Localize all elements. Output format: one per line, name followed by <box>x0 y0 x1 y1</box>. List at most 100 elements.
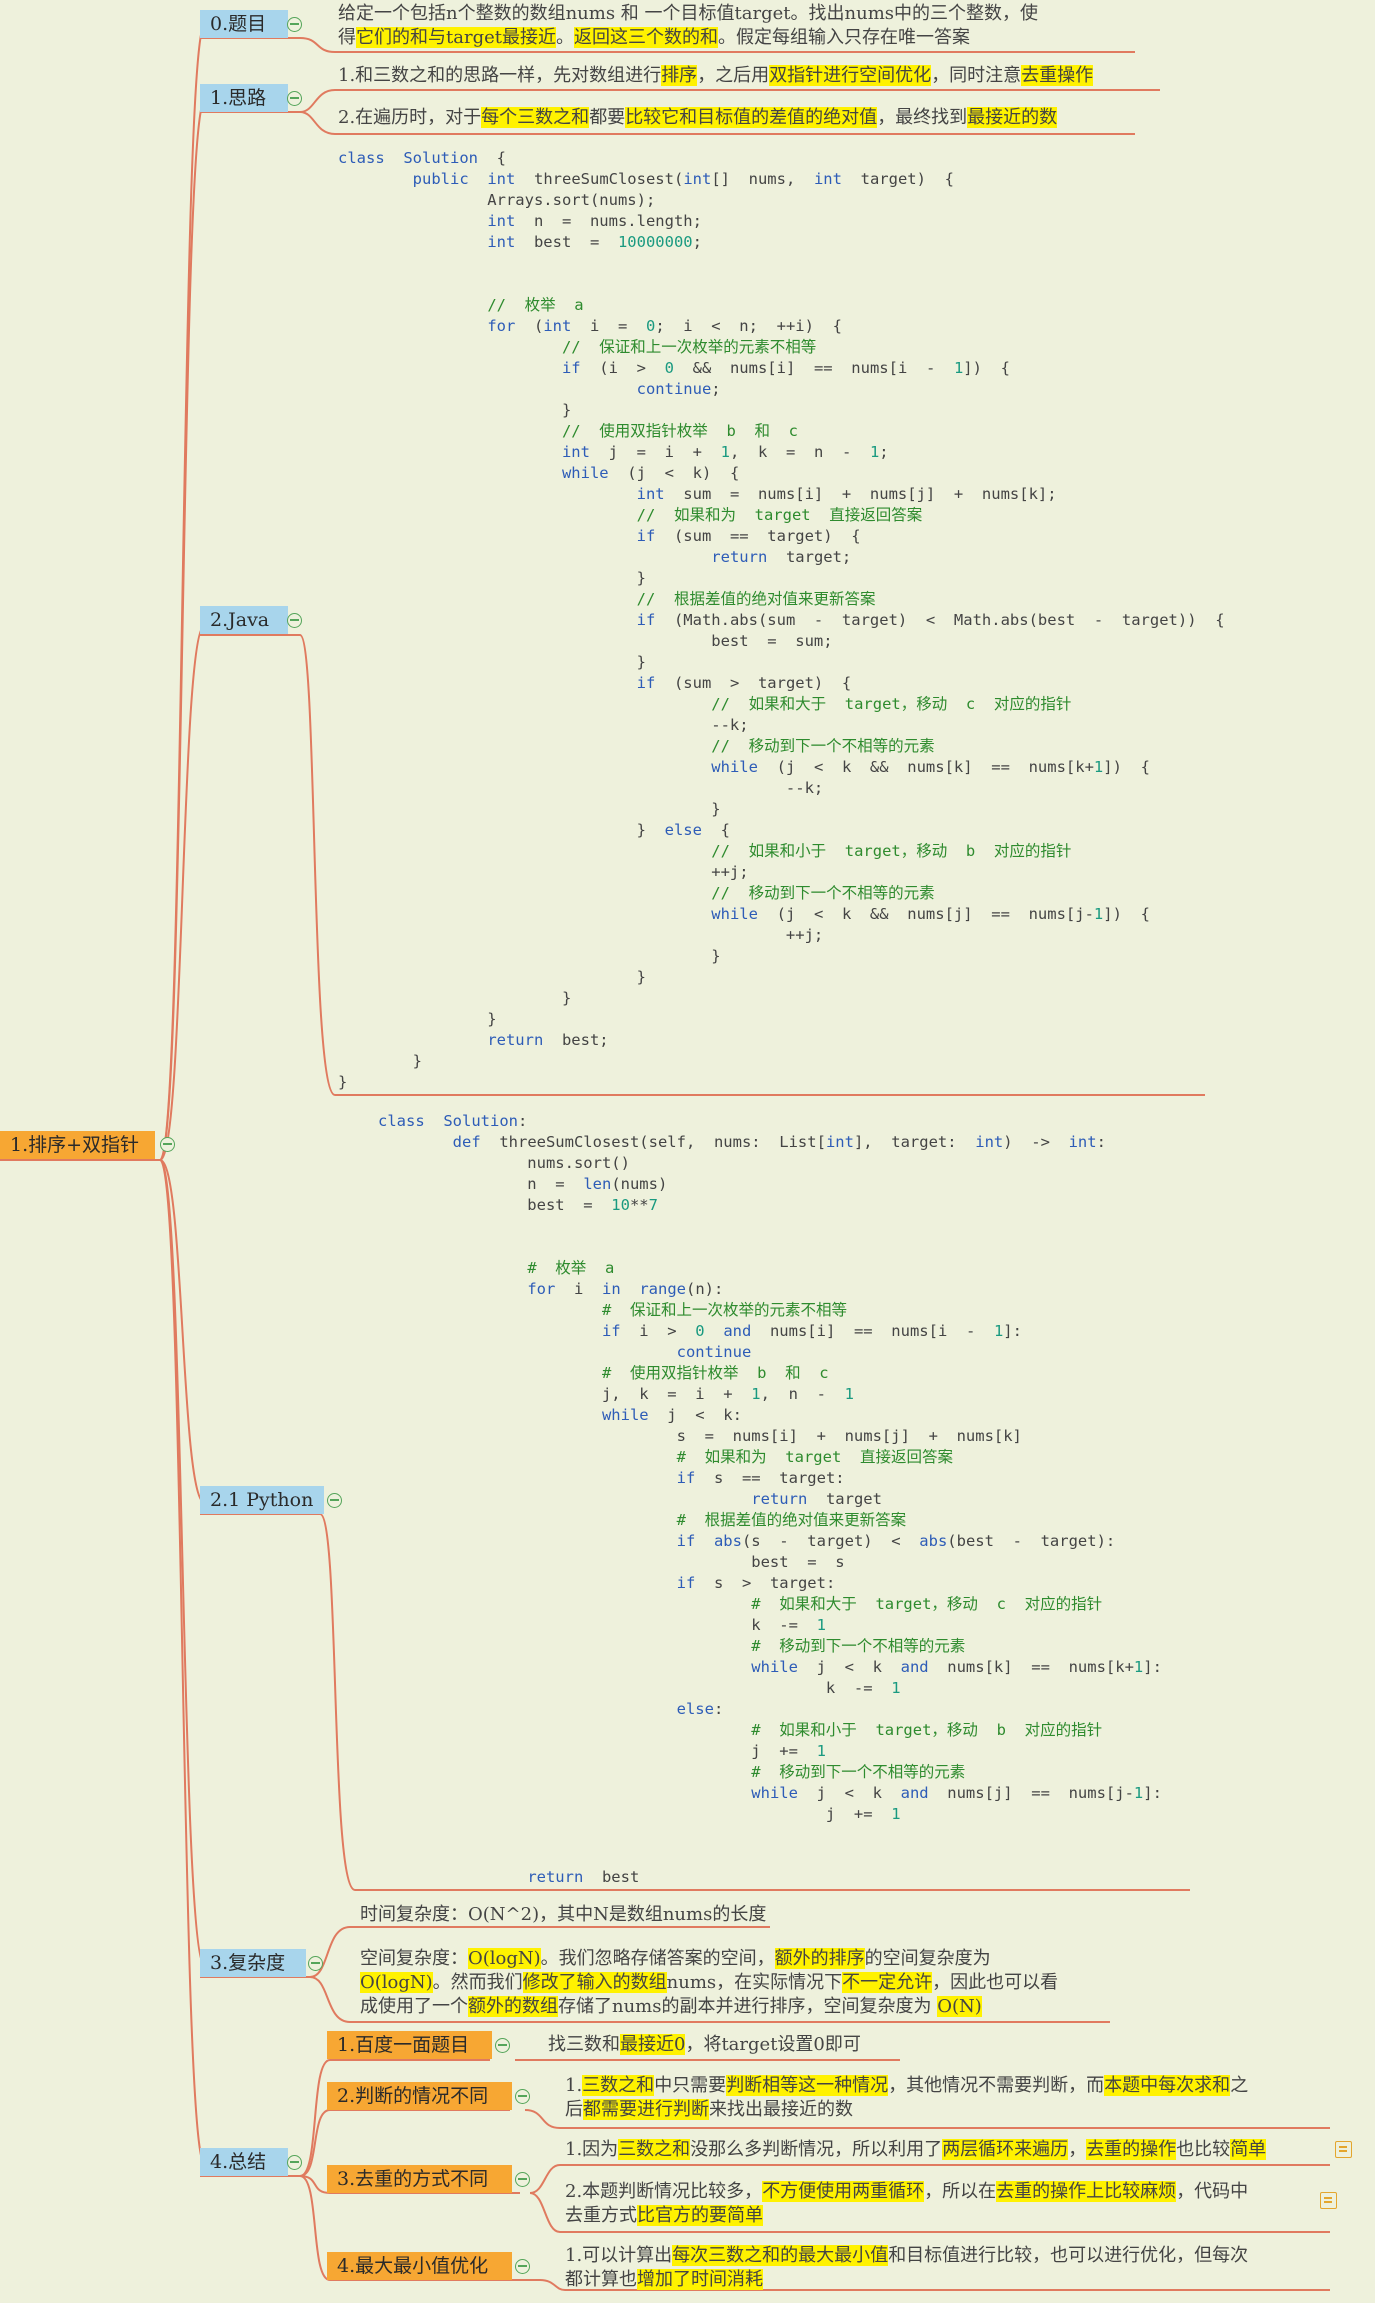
sum-seg: 来找出最接近的数 <box>709 2099 853 2120</box>
summary-dedupe-text-2: 2.本题判断情况比较多，不方便使用两重循环，所以在去重的操作上比较麻烦，代码中 … <box>565 2180 1248 2228</box>
java-code-line: } <box>338 1010 497 1028</box>
sum-hl: 都需要进行判断 <box>583 2099 709 2120</box>
python-code-line: continue <box>676 1343 752 1361</box>
topic-problem[interactable]: 0.题目 <box>200 10 288 38</box>
java-code-line: } <box>338 401 572 419</box>
summary-dedupe-line-3: 去重方式比官方的要简单 <box>565 2204 1248 2228</box>
summary-minmax-line-2: 都计算也增加了时间消耗 <box>565 2268 1248 2292</box>
sum-seg: 找三数和 <box>548 2034 620 2055</box>
python-code-line: n = len(nums) <box>378 1175 668 1193</box>
collapse-toggle-java[interactable] <box>287 613 302 628</box>
java-code-line: // 枚举 a <box>487 296 584 314</box>
python-code-line: k -= 1 <box>378 1679 901 1697</box>
collapse-toggle-python[interactable] <box>327 1493 342 1508</box>
python-code-line: j += 1 <box>378 1805 901 1823</box>
idea-seg: ，最终找到 <box>877 107 968 128</box>
sum-seg: 没那么多判断情况，所以利用了 <box>690 2139 943 2160</box>
topic-java[interactable]: 2.Java <box>200 606 288 634</box>
java-code-line: // 使用双指针枚举 b 和 c <box>561 422 798 440</box>
java-code-line <box>338 253 1225 274</box>
note-icon[interactable] <box>1335 2141 1352 2158</box>
java-code-line: } <box>338 653 646 671</box>
java-code-line: if (i > 0 && nums[i] == nums[i - 1]) { <box>561 359 1010 377</box>
python-code-line: while j < k: <box>601 1406 742 1424</box>
python-code-line: k -= 1 <box>378 1616 826 1634</box>
python-code-line <box>378 1216 1162 1237</box>
topic-idea[interactable]: 1.思路 <box>200 84 288 112</box>
topic-python[interactable]: 2.1 Python <box>200 1486 324 1514</box>
idea-line-1: 1.和三数之和的思路一样，先对数组进行排序，之后用双指针进行空间优化，同时注意去… <box>338 64 1094 88</box>
java-code-line: } <box>338 800 721 818</box>
summary-baidu[interactable]: 1.百度一面题目 <box>327 2031 492 2059</box>
collapse-toggle-root[interactable] <box>160 1137 175 1152</box>
problem-highlight-return: 返回这三个数的和 <box>573 27 718 48</box>
java-code-line: // 如果和为 target 直接返回答案 <box>636 506 923 524</box>
cx-hl: 额外的排序 <box>774 1948 865 1969</box>
collapse-toggle-dedupe[interactable] <box>515 2172 530 2187</box>
collapse-toggle-baidu[interactable] <box>495 2038 510 2053</box>
summary-minmax-line-1: 1.可以计算出每次三数之和的最大最小值和目标值进行比较，也可以进行优化，但每次 <box>565 2244 1248 2268</box>
idea-seg: 都要 <box>589 107 626 128</box>
java-code-line: // 如果和大于 target，移动 c 对应的指针 <box>711 695 1072 713</box>
summary-dedupe[interactable]: 3.去重的方式不同 <box>327 2165 512 2193</box>
python-code-line: while j < k and nums[k] == nums[k+1]: <box>751 1658 1162 1676</box>
java-code-line: // 根据差值的绝对值来更新答案 <box>636 590 876 608</box>
topic-complexity-label: 3.复杂度 <box>210 1952 286 1974</box>
python-code-line: # 移动到下一个不相等的元素 <box>751 1637 966 1655</box>
collapse-toggle-summary[interactable] <box>287 2155 302 2170</box>
java-code-line: int best = 10000000; <box>487 233 702 251</box>
summary-judge[interactable]: 2.判断的情况不同 <box>327 2082 512 2110</box>
java-code-line: ++j; <box>338 926 824 944</box>
python-code-line: # 根据差值的绝对值来更新答案 <box>676 1511 907 1529</box>
collapse-toggle-complexity[interactable] <box>308 1956 323 1971</box>
summary-baidu-label: 1.百度一面题目 <box>337 2034 470 2056</box>
root-node[interactable]: 1.排序+双指针 <box>0 1131 155 1159</box>
cx-seg: 。然而我们 <box>432 1972 523 1993</box>
complexity-time: 时间复杂度：O(N^2)，其中N是数组nums的长度 <box>360 1903 766 1927</box>
cx-hl: 不一定允许 <box>842 1972 933 1993</box>
sum-seg: ， <box>1068 2139 1087 2160</box>
topic-python-label: 2.1 Python <box>210 1489 314 1511</box>
python-code-line: def threeSumClosest(self, nums: List[int… <box>452 1133 1106 1151</box>
java-code-block: class Solution { public int threeSumClos… <box>338 148 1225 1093</box>
collapse-toggle-problem[interactable] <box>287 17 302 32</box>
sum-seg: ，所以在 <box>924 2181 997 2202</box>
complexity-space-line-1: 空间复杂度：O(logN)。我们忽略存储答案的空间，额外的排序的空间复杂度为 <box>360 1947 1058 1971</box>
python-code-line <box>378 1825 1162 1846</box>
cx-seg: nums，在实际情况下 <box>666 1972 843 1993</box>
summary-minmax[interactable]: 4.最大最小值优化 <box>327 2252 512 2280</box>
sum-seg: 1.因为 <box>565 2139 619 2160</box>
cx-hl: 修改了输入的数组 <box>522 1972 667 1993</box>
python-code-line: return best <box>527 1868 640 1886</box>
sum-seg: 也比较 <box>1176 2139 1231 2160</box>
note-icon[interactable] <box>1320 2192 1337 2209</box>
collapse-toggle-judge[interactable] <box>515 2089 530 2104</box>
python-code-line: # 使用双指针枚举 b 和 c <box>601 1364 829 1382</box>
java-code-line: return best; <box>487 1031 609 1049</box>
sum-hl: 本题中每次求和 <box>1104 2075 1231 2096</box>
java-code-line: ++j; <box>338 863 749 881</box>
cx-seg: 。我们忽略存储答案的空间， <box>540 1948 775 1969</box>
summary-baidu-text: 找三数和最接近0，将target设置0即可 <box>548 2033 861 2057</box>
topic-summary[interactable]: 4.总结 <box>200 2148 288 2176</box>
summary-dedupe-label: 3.去重的方式不同 <box>337 2168 489 2190</box>
java-code-line: } <box>338 569 646 587</box>
topic-complexity[interactable]: 3.复杂度 <box>200 1949 306 1977</box>
summary-judge-text: 1.三数之和中只需要判断相等这一种情况，其他情况不需要判断，而本题中每次求和之 … <box>565 2074 1248 2122</box>
python-code-line: return target <box>751 1490 882 1508</box>
sum-hl: 每次三数之和的最大最小值 <box>672 2245 889 2266</box>
java-code-line: public int threeSumClosest(int[] nums, i… <box>412 170 954 188</box>
sum-seg: 1.可以计算出 <box>565 2245 673 2266</box>
summary-minmax-label: 4.最大最小值优化 <box>337 2255 489 2277</box>
python-code-line: # 如果和小于 target，移动 b 对应的指针 <box>751 1721 1103 1739</box>
collapse-toggle-minmax[interactable] <box>515 2259 530 2274</box>
cx-hl: O(N) <box>937 1996 982 2017</box>
python-code-line: if s == target: <box>676 1469 845 1487</box>
java-code-line: if (sum == target) { <box>636 527 861 545</box>
java-code-line: if (sum > target) { <box>636 674 852 692</box>
collapse-toggle-idea[interactable] <box>287 91 302 106</box>
java-code-line: } <box>338 1073 348 1091</box>
sum-hl: 增加了时间消耗 <box>637 2269 763 2290</box>
java-code-line: } else { <box>338 821 730 839</box>
complexity-time-text: 时间复杂度：O(N^2)，其中N是数组nums的长度 <box>360 1904 767 1925</box>
